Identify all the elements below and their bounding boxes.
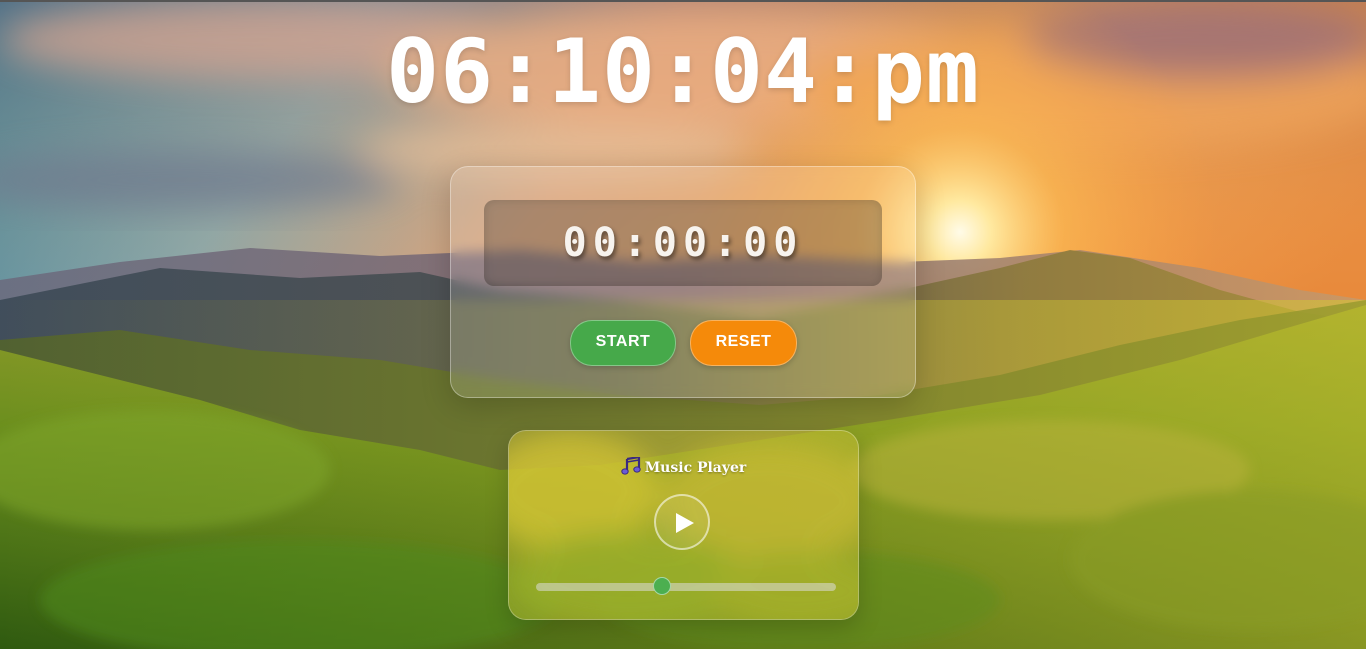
- start-button[interactable]: START: [570, 320, 676, 366]
- music-progress-slider[interactable]: [536, 577, 836, 595]
- slider-thumb[interactable]: [653, 577, 671, 595]
- music-note-icon: [620, 455, 641, 479]
- window-top-border: [0, 0, 1366, 2]
- play-icon: [676, 513, 694, 533]
- music-player-title-text: Music Player: [644, 460, 747, 476]
- digital-clock: 06:10:04:pm: [386, 20, 980, 123]
- stopwatch-card: 00:00:00 START RESET: [450, 166, 916, 398]
- stopwatch-display: 00:00:00: [484, 200, 882, 286]
- reset-button[interactable]: RESET: [690, 320, 797, 366]
- play-button[interactable]: [654, 494, 710, 550]
- music-player-title: Music Player: [509, 455, 858, 479]
- music-player-card: Music Player: [508, 430, 859, 620]
